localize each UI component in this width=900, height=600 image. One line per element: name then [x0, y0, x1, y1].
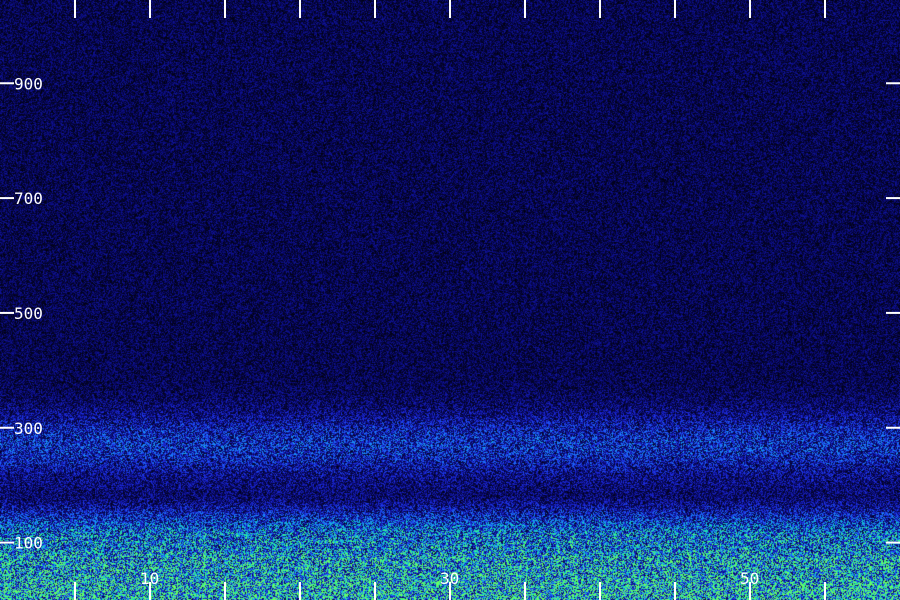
x-tick-label: 30	[440, 569, 459, 588]
x-tick-label: 50	[740, 569, 759, 588]
y-tick-label: 300	[14, 419, 43, 438]
y-tick-label: 500	[14, 304, 43, 323]
spectrogram-axes: 900 700 500 300 100 10 30 50	[0, 0, 900, 600]
y-tick-label: 900	[14, 74, 43, 93]
y-tick-label: 700	[14, 189, 43, 208]
top-axis-ticks	[74, 0, 826, 18]
right-axis-ticks	[886, 82, 900, 544]
left-axis-ticks	[0, 82, 14, 544]
x-axis-tick-labels: 10 30 50	[140, 569, 759, 588]
x-tick-label: 10	[140, 569, 159, 588]
y-axis-tick-labels: 900 700 500 300 100	[14, 74, 43, 552]
y-tick-label: 100	[14, 534, 43, 553]
